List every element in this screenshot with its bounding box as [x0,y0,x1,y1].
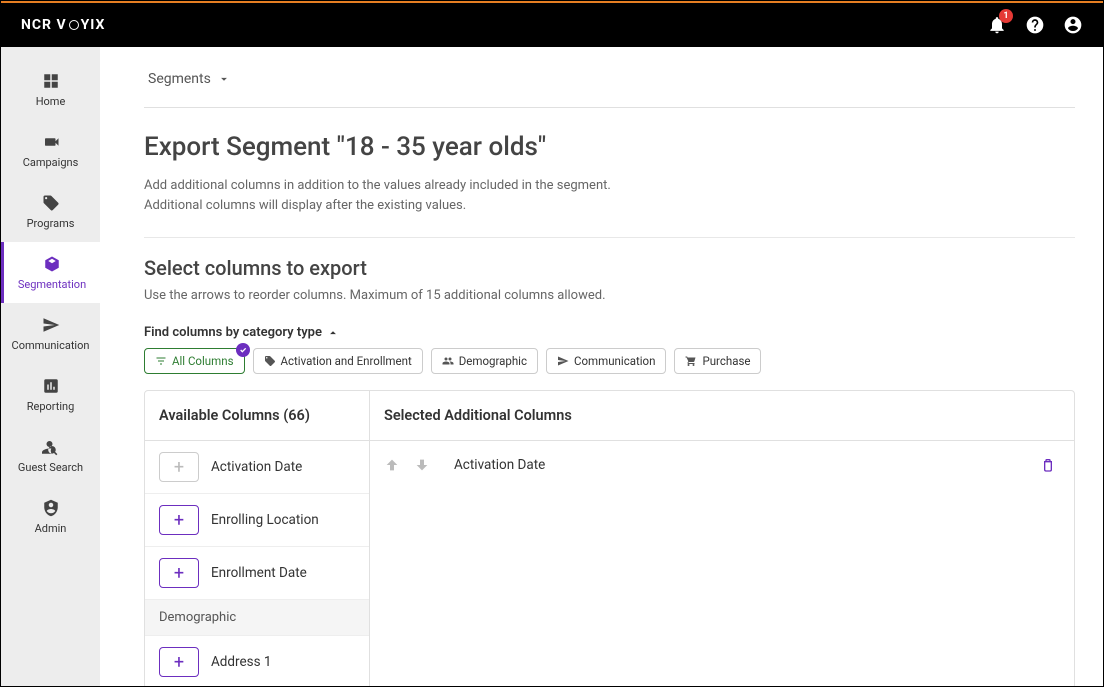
move-up-button[interactable] [384,457,400,473]
chip-all-columns[interactable]: All Columns [144,348,245,374]
send-icon [557,355,569,367]
page-title: Export Segment "18 - 35 year olds" [144,132,1075,162]
admin-icon [41,498,61,518]
tag-icon [41,193,61,213]
segmentation-icon [42,254,62,274]
filter-icon [155,355,167,367]
delete-button[interactable] [1040,457,1060,473]
header-actions: 1 [987,15,1083,35]
available-columns: Available Columns (66) + Activation Date… [145,391,370,686]
sidebar-item-programs[interactable]: Programs [1,181,100,242]
sidebar-item-communication[interactable]: Communication [1,303,100,364]
chevron-down-icon [217,72,231,86]
logo: NCR VYIX [21,17,105,33]
sidebar-item-home[interactable]: Home [1,59,100,120]
chip-communication[interactable]: Communication [546,348,666,374]
add-button[interactable]: + [159,647,199,677]
home-icon [41,71,61,91]
category-header: Demographic [145,600,369,636]
chip-activation[interactable]: Activation and Enrollment [253,348,423,374]
breadcrumb[interactable]: Segments [144,47,1075,108]
category-chips: All Columns Activation and Enrollment De… [144,348,1075,374]
check-icon [236,343,250,357]
main-content: Segments Export Segment "18 - 35 year ol… [100,47,1103,686]
chip-purchase[interactable]: Purchase [674,348,761,374]
people-icon [442,355,454,367]
notification-badge: 1 [999,9,1013,23]
section-description: Use the arrows to reorder columns. Maxim… [144,288,1075,303]
person-search-icon [41,437,61,457]
sidebar-item-guest-search[interactable]: Guest Search [1,425,100,486]
available-header: Available Columns (66) [145,391,369,441]
available-item: + Enrollment Date [145,547,369,600]
available-item: + Address 1 [145,636,369,686]
chart-icon [41,376,61,396]
app-header: NCR VYIX 1 [1,1,1103,47]
selected-item-label: Activation Date [454,457,545,473]
columns-panel: Available Columns (66) + Activation Date… [144,390,1075,686]
chevron-up-icon [326,326,340,340]
account-button[interactable] [1063,15,1083,35]
sidebar-item-admin[interactable]: Admin [1,486,100,547]
send-icon [41,315,61,335]
selected-columns: Selected Additional Columns Activation D… [370,391,1074,686]
tag-icon [264,355,276,367]
chip-demographic[interactable]: Demographic [431,348,538,374]
cart-icon [685,355,697,367]
notifications-button[interactable]: 1 [987,15,1007,35]
find-columns-toggle[interactable]: Find columns by category type [144,325,1075,340]
megaphone-icon [41,132,61,152]
selected-item: Activation Date [370,441,1074,489]
help-button[interactable] [1025,15,1045,35]
sidebar: Home Campaigns Programs Segmentation Com… [1,47,100,686]
add-button[interactable]: + [159,452,199,482]
sidebar-item-campaigns[interactable]: Campaigns [1,120,100,181]
logo-gear-icon [69,20,79,30]
selected-header: Selected Additional Columns [370,391,1074,441]
section-title: Select columns to export [144,256,1075,280]
add-button[interactable]: + [159,505,199,535]
available-item: + Activation Date [145,441,369,494]
page-description: Add additional columns in addition to th… [144,176,614,215]
move-down-button[interactable] [414,457,430,473]
sidebar-item-segmentation[interactable]: Segmentation [1,242,100,303]
add-button[interactable]: + [159,558,199,588]
available-item: + Enrolling Location [145,494,369,547]
sidebar-item-reporting[interactable]: Reporting [1,364,100,425]
